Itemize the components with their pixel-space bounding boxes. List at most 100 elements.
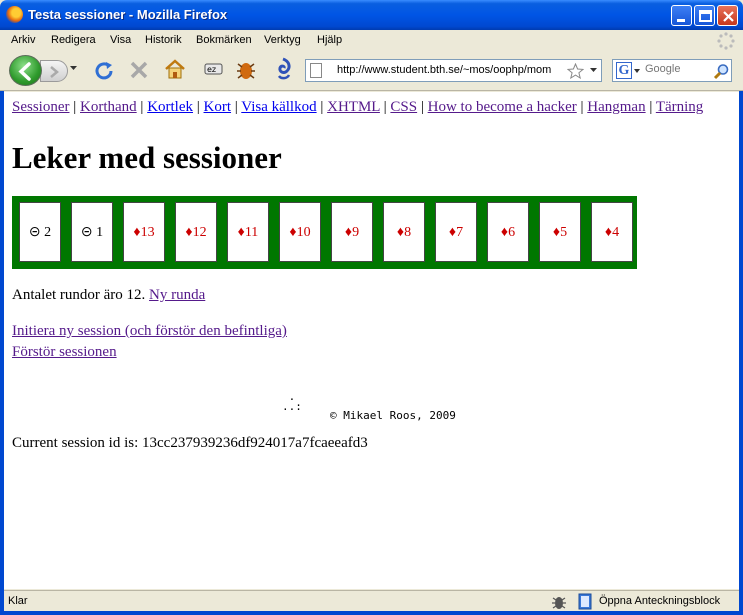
menu-bokmarken[interactable]: Bokmärken (196, 34, 252, 46)
history-dropdown-icon[interactable] (70, 64, 78, 72)
card-label: ♦ (185, 225, 193, 240)
card-label: ⊝ (28, 225, 41, 240)
throbber-icon (717, 32, 735, 50)
maximize-button[interactable] (694, 5, 715, 26)
back-arrow-icon (18, 62, 31, 81)
nav-link-hangman[interactable]: Hangman (587, 99, 645, 115)
close-button[interactable] (717, 5, 738, 26)
google-engine-icon[interactable]: G (616, 62, 632, 79)
playing-card: ♦13 (123, 202, 165, 262)
home-icon[interactable] (163, 58, 187, 80)
nav-link-css[interactable]: CSS (390, 99, 417, 115)
search-box[interactable]: G (612, 59, 732, 82)
card-rank: 10 (296, 225, 311, 240)
playing-card: ♦4 (591, 202, 633, 262)
nav-link-korthand[interactable]: Korthand (80, 99, 137, 115)
address-bar[interactable]: http://www.student.bth.se/~mos/oophp/mom (305, 59, 602, 82)
menu-bar: Arkiv Redigera Visa Historik Bokmärken V… (0, 30, 743, 51)
nav-link-sessioner[interactable]: Sessioner (12, 99, 70, 115)
status-bar: Klar Öppna Anteckningsblock (4, 590, 739, 611)
menu-verktyg[interactable]: Verktyg (264, 34, 301, 46)
gears-addon-icon[interactable] (271, 56, 295, 82)
nav-link-hacker[interactable]: How to become a hacker (428, 99, 577, 115)
nav-link-xhtml[interactable]: XHTML (327, 99, 380, 115)
card-label: ♦ (396, 225, 405, 240)
card-rank: 12 (192, 225, 207, 240)
playing-card: ♦8 (383, 202, 425, 262)
page-content: Sessioner | Korthand | Kortlek | Kort | … (4, 92, 739, 589)
menu-redigera[interactable]: Redigera (51, 34, 96, 46)
svg-text:ez: ez (207, 65, 216, 74)
reload-icon[interactable] (93, 59, 115, 81)
playing-card: ♦5 (539, 202, 581, 262)
card-rank: 4 (612, 225, 620, 240)
page-icon (310, 63, 322, 78)
forward-arrow-icon (50, 66, 59, 78)
card-label: ⊝ (80, 225, 93, 240)
card-rank: 2 (44, 225, 52, 240)
firebug-icon[interactable] (233, 56, 259, 82)
window-border-right (739, 30, 743, 615)
nav-link-kort[interactable]: Kort (204, 99, 232, 115)
playing-card: ♦7 (435, 202, 477, 262)
playing-card: ⊝ 2 (19, 202, 61, 262)
window-border-bottom (0, 611, 743, 615)
menu-hjalp[interactable]: Hjälp (317, 34, 342, 46)
nav-link-kortlek[interactable]: Kortlek (147, 99, 193, 115)
session-id-text: Current session id is: 13cc237939236df92… (12, 435, 368, 451)
playing-card: ⊝ 1 (71, 202, 113, 262)
card-rank: 7 (456, 225, 464, 240)
menu-visa[interactable]: Visa (110, 34, 131, 46)
card-label: ♦ (552, 225, 561, 240)
rounds-line: Antalet rundor äro 12. Ny runda (12, 287, 205, 304)
minimize-icon (677, 19, 685, 22)
maximize-icon (699, 10, 712, 22)
page-title: Leker med sessioner (12, 140, 282, 175)
init-session-link[interactable]: Initiera ny session (och förstör den bef… (12, 323, 287, 339)
status-text: Klar (8, 595, 28, 607)
playing-card: ♦9 (331, 202, 373, 262)
card-rank: 11 (244, 225, 259, 240)
search-input[interactable] (645, 63, 709, 75)
notepad-icon[interactable] (577, 593, 593, 610)
navigation-toolbar: ez http://www.student.bth.se/~mos/oophp/… (0, 51, 743, 91)
firebug-status-icon[interactable] (550, 593, 568, 610)
notepad-label[interactable]: Öppna Anteckningsblock (599, 595, 720, 607)
nav-link-visa-kallkod[interactable]: Visa källkod (241, 99, 316, 115)
new-round-link[interactable]: Ny runda (149, 287, 205, 303)
window-title: Testa sessioner - Mozilla Firefox (28, 7, 228, 22)
card-label: ♦ (237, 225, 245, 240)
minimize-button[interactable] (671, 5, 692, 26)
card-rank: 6 (508, 225, 516, 240)
forward-button[interactable] (40, 60, 68, 82)
rounds-text: Antalet rundor äro 12. (12, 287, 146, 303)
menu-historik[interactable]: Historik (145, 34, 182, 46)
site-navigation: Sessioner | Korthand | Kortlek | Kort | … (12, 99, 704, 115)
footer-dots: . ..: (282, 390, 302, 413)
playing-card: ♦11 (227, 202, 269, 262)
close-icon (723, 11, 734, 22)
card-label: ♦ (289, 225, 297, 240)
engine-dropdown-icon[interactable] (634, 69, 641, 74)
card-rank: 9 (352, 225, 360, 240)
playing-card: ♦10 (279, 202, 321, 262)
card-label: ♦ (344, 225, 353, 240)
nav-link-tarning[interactable]: Tärning (656, 99, 703, 115)
url-dropdown-icon[interactable] (590, 68, 598, 74)
password-manager-icon[interactable]: ez (203, 59, 225, 79)
footer-copyright: © Mikael Roos, 2009 (330, 409, 456, 422)
playing-card: ♦6 (487, 202, 529, 262)
url-text[interactable]: http://www.student.bth.se/~mos/oophp/mom (337, 64, 565, 76)
card-label: ♦ (133, 225, 141, 240)
firefox-icon (6, 6, 23, 23)
stop-icon[interactable] (128, 59, 150, 81)
back-button[interactable] (9, 55, 42, 86)
destroy-session-link[interactable]: Förstör sessionen (12, 344, 117, 360)
card-label: ♦ (500, 225, 509, 240)
menu-arkiv[interactable]: Arkiv (11, 34, 35, 46)
card-rank: 1 (96, 225, 104, 240)
bookmark-star-icon[interactable] (567, 63, 584, 79)
search-icon[interactable] (713, 63, 730, 80)
title-bar[interactable]: Testa sessioner - Mozilla Firefox (0, 0, 743, 30)
session-links: Initiera ny session (och förstör den bef… (12, 321, 287, 363)
